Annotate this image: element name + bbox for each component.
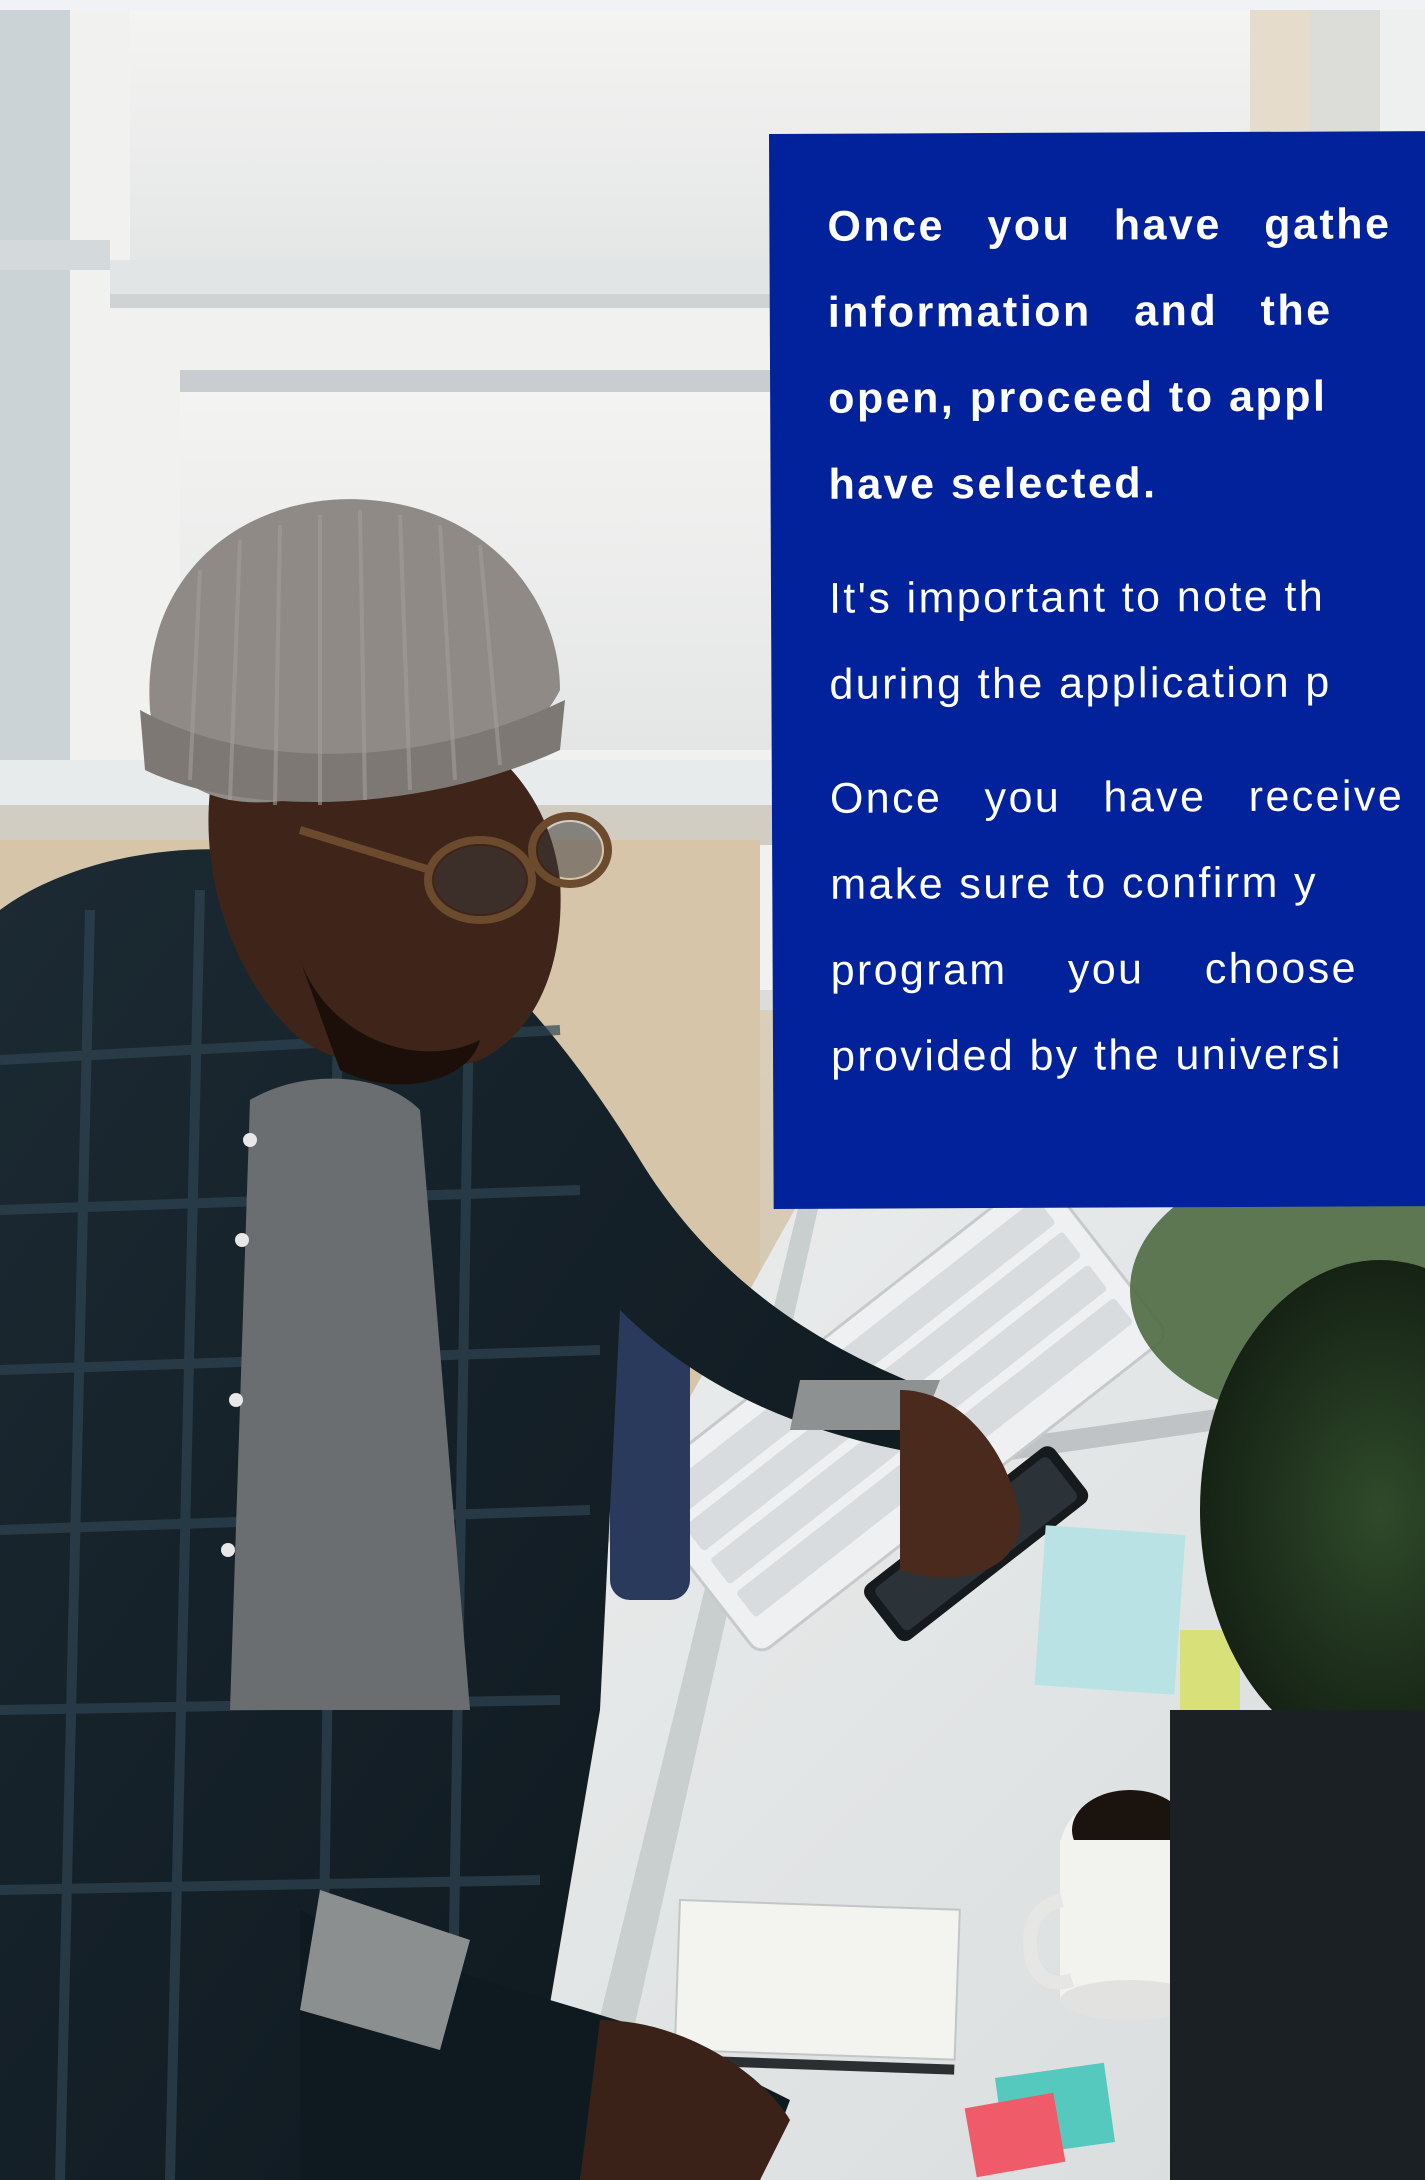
paragraph1-line3: open, proceed to appl — [828, 372, 1328, 423]
top-strip — [0, 0, 1425, 10]
paragraph3-line4: provided by the universi — [830, 1030, 1343, 1081]
paragraph3-line1: Once you have receive — [829, 772, 1405, 823]
paragraph2-line1: It's important to note th — [828, 572, 1326, 623]
paragraph1-line4: have selected. — [828, 459, 1158, 509]
page: Once you have gathe information and the … — [0, 0, 1425, 2180]
paragraph3-line3: program you choose — [830, 944, 1358, 995]
paragraph1-line2: information and the — [827, 286, 1333, 337]
paragraph2-line2: during the application p — [829, 658, 1332, 709]
paragraph1-line1: Once you have gathe — [827, 200, 1392, 251]
info-card: Once you have gathe information and the … — [769, 130, 1425, 1209]
card-text: Once you have gathe information and the … — [827, 181, 1425, 1100]
paragraph3-line2: make sure to confirm y — [830, 858, 1319, 909]
